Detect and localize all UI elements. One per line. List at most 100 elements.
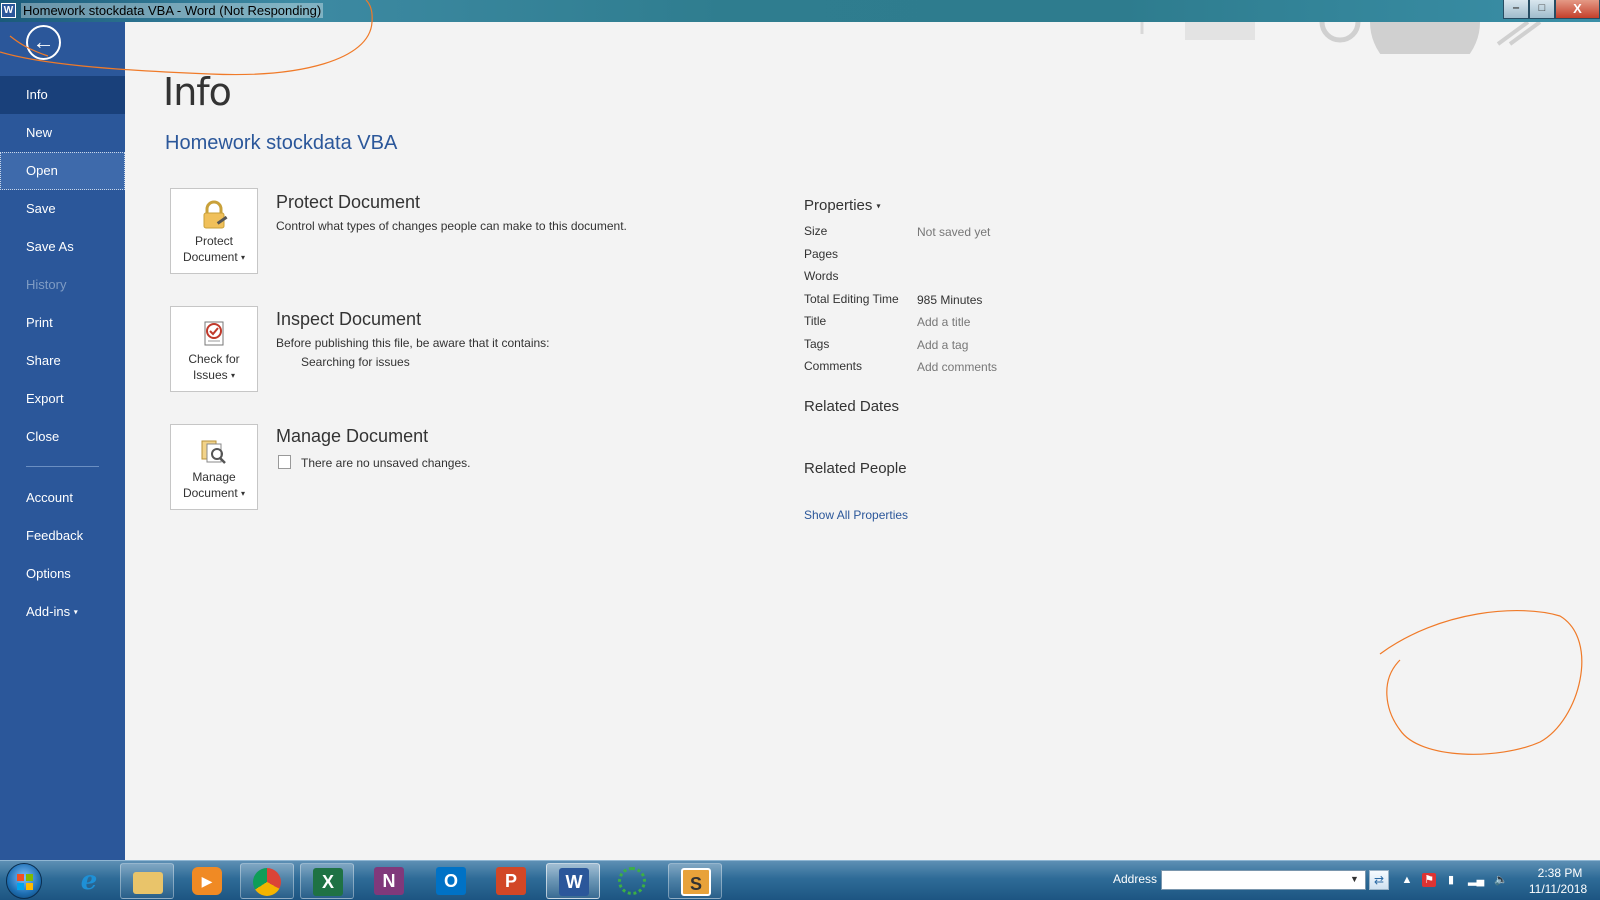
taskbar-media-player[interactable]: ▶ — [180, 863, 234, 899]
maximize-button[interactable]: □ — [1529, 0, 1555, 19]
related-people-heading: Related People — [804, 460, 907, 477]
taskbar-onenote[interactable]: N — [362, 863, 416, 899]
nav-item-history: History — [26, 277, 67, 292]
related-dates-heading: Related Dates — [804, 398, 900, 415]
document-icon — [278, 455, 291, 469]
header-decoration-art — [1140, 22, 1542, 54]
protect-document-button[interactable]: Protect Document ▾ — [170, 188, 258, 274]
outlook-icon: O — [436, 867, 466, 895]
nav-item-export[interactable]: Export — [0, 380, 125, 418]
file-explorer-icon — [133, 872, 163, 894]
prop-title-input[interactable]: Add a title — [917, 315, 970, 329]
media-player-icon: ▶ — [192, 867, 222, 895]
nav-item-account[interactable]: Account — [0, 479, 125, 517]
windows-logo-icon — [17, 874, 33, 890]
chevron-down-icon: ▾ — [241, 252, 246, 262]
word-logo-icon: W — [1, 3, 16, 18]
start-button[interactable] — [6, 863, 42, 899]
chevron-down-icon: ▾ — [73, 607, 78, 617]
nav-item-feedback[interactable]: Feedback — [0, 517, 125, 555]
show-all-properties-link[interactable]: Show All Properties — [804, 508, 908, 522]
prop-pages-label: Pages — [804, 247, 839, 261]
manage-document-title: Manage Document — [276, 426, 429, 446]
nav-divider — [26, 466, 99, 467]
nav-item-close[interactable]: Close — [0, 418, 125, 456]
backstage-sidebar: ← Info New Open Save Save As History Pri… — [0, 22, 125, 860]
protect-document-desc: Control what types of changes people can… — [276, 219, 627, 233]
taskbar-file-explorer[interactable] — [120, 863, 174, 899]
nav-item-new[interactable]: New — [0, 114, 125, 152]
backstage-nav: Info New Open Save Save As History Print… — [0, 76, 125, 631]
page-title: Info — [163, 70, 232, 114]
address-input[interactable] — [1161, 870, 1366, 890]
prop-editing-time-value: 985 Minutes — [917, 293, 983, 307]
check-for-issues-button[interactable]: Check for Issues ▾ — [170, 306, 258, 392]
excel-icon: X — [313, 868, 343, 896]
properties-dropdown[interactable]: Properties ▾ — [804, 197, 881, 214]
taskbar-excel[interactable]: X — [300, 863, 354, 899]
powerpoint-icon: P — [496, 867, 526, 895]
nav-item-print[interactable]: Print — [0, 304, 125, 342]
taskbar-word[interactable]: W — [546, 863, 600, 899]
manage-document-button[interactable]: Manage Document ▾ — [170, 424, 258, 510]
window-title: Homework stockdata VBA - Word (Not Respo… — [21, 3, 324, 18]
prop-comments-input[interactable]: Add comments — [917, 360, 997, 374]
prop-comments-label: Comments — [804, 359, 863, 373]
prop-size-value: Not saved yet — [917, 225, 991, 239]
taskbar-loading-app[interactable] — [606, 863, 660, 899]
chevron-down-icon: ▾ — [876, 201, 881, 211]
back-button[interactable]: ← — [26, 25, 61, 60]
refresh-arrows-icon: ⇄ — [1373, 873, 1385, 887]
nav-item-share[interactable]: Share — [0, 342, 125, 380]
clock-date[interactable]: 11/11/2018 — [1526, 882, 1590, 896]
volume-icon[interactable]: 🔈 — [1494, 873, 1508, 887]
address-dropdown-icon[interactable]: ▼ — [1350, 874, 1359, 884]
close-window-button[interactable]: X — [1555, 0, 1600, 19]
address-label: Address — [1113, 872, 1158, 886]
chrome-icon — [253, 868, 281, 896]
loading-ring-icon — [618, 867, 646, 895]
lock-icon — [203, 200, 228, 229]
windows-taskbar: e ▶ X N O P W S Address ▼ ⇄ ▲ ⚑ ▮ ▂▄ 🔈 2… — [0, 860, 1600, 900]
nav-item-save-as[interactable]: Save As — [0, 228, 125, 266]
show-hidden-icons-icon[interactable]: ▲ — [1400, 873, 1414, 887]
document-title: Homework stockdata VBA — [165, 132, 398, 154]
window-controls: ‒ □ X — [1503, 0, 1600, 19]
internet-explorer-icon: e — [80, 866, 98, 896]
clock-time[interactable]: 2:38 PM — [1530, 866, 1590, 880]
action-center-flag-icon[interactable]: ⚑ — [1422, 873, 1436, 887]
prop-editing-time-label: Total Editing Time — [804, 292, 899, 306]
inspect-document-desc: Before publishing this file, be aware th… — [276, 336, 550, 350]
taskbar-powerpoint[interactable]: P — [484, 863, 538, 899]
inspect-status: Searching for issues — [301, 355, 410, 369]
nav-item-open[interactable]: Open — [0, 152, 125, 190]
taskbar-slack[interactable]: S — [668, 863, 722, 899]
power-icon[interactable]: ▮ — [1444, 873, 1458, 887]
prop-tags-label: Tags — [804, 337, 830, 351]
chevron-down-icon: ▾ — [241, 488, 246, 498]
nav-item-save[interactable]: Save — [0, 190, 125, 228]
network-signal-icon[interactable]: ▂▄ — [1468, 873, 1484, 887]
nav-item-options[interactable]: Options — [0, 555, 125, 593]
protect-document-title: Protect Document — [276, 192, 421, 212]
info-pane: Info Homework stockdata VBA Protect Docu… — [125, 22, 1600, 860]
prop-words-label: Words — [804, 269, 839, 283]
prop-size-label: Size — [804, 224, 828, 238]
nav-item-add-ins[interactable]: Add-ins ▾ — [0, 593, 125, 631]
checklist-icon — [204, 321, 224, 346]
taskbar-outlook[interactable]: O — [424, 863, 478, 899]
address-go-button[interactable]: ⇄ — [1369, 870, 1389, 890]
prop-tags-input[interactable]: Add a tag — [917, 338, 968, 352]
manage-document-desc: There are no unsaved changes. — [301, 456, 471, 470]
onenote-icon: N — [374, 867, 404, 895]
taskbar-internet-explorer[interactable]: e — [62, 863, 116, 899]
title-bar: W Homework stockdata VBA - Word (Not Res… — [0, 0, 1600, 22]
minimize-button[interactable]: ‒ — [1503, 0, 1529, 19]
manage-document-icon — [201, 440, 226, 464]
taskbar-chrome[interactable] — [240, 863, 294, 899]
nav-item-info[interactable]: Info — [0, 76, 125, 114]
slack-icon: S — [681, 868, 711, 896]
word-icon: W — [559, 868, 589, 896]
chevron-down-icon: ▾ — [231, 370, 236, 380]
arrow-left-icon: ← — [32, 29, 55, 54]
